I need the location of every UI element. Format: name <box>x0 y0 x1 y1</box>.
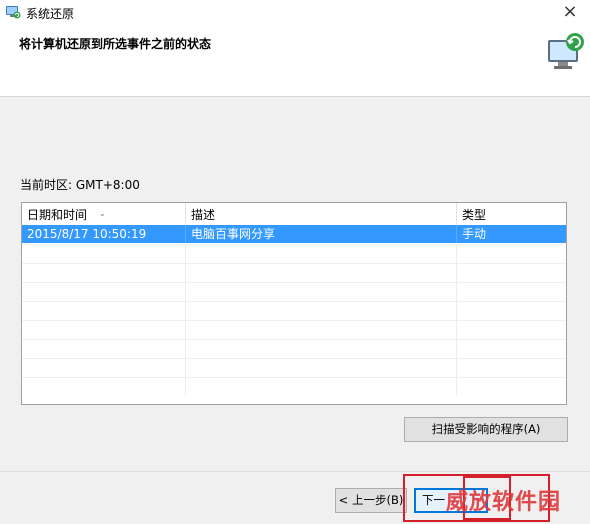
computer-restore-icon <box>548 33 584 69</box>
date-cell: 2015/8/17 10:50:19 <box>22 225 186 243</box>
empty-row <box>22 301 566 320</box>
scan-affected-programs-button[interactable]: 扫描受影响的程序(A) <box>404 417 568 442</box>
column-header-description[interactable]: 描述 <box>186 203 457 225</box>
empty-row <box>22 377 566 396</box>
table-header: 日期和时间 ⌄ 描述 类型 <box>22 203 566 225</box>
empty-row <box>22 282 566 301</box>
restore-points-table[interactable]: 日期和时间 ⌄ 描述 类型 2015/8/17 10:50:19 电脑百事网分享… <box>21 202 567 405</box>
empty-row <box>22 244 566 263</box>
page-title: 将计算机还原到所选事件之前的状态 <box>19 37 212 51</box>
window-title: 系统还原 <box>26 7 75 21</box>
column-header-label: 类型 <box>462 208 487 222</box>
description-cell: 电脑百事网分享 <box>186 225 457 243</box>
empty-row <box>22 320 566 339</box>
empty-row <box>22 339 566 358</box>
table-row[interactable]: 2015/8/17 10:50:19 电脑百事网分享 手动 <box>22 225 566 243</box>
column-header-label: 日期和时间 <box>27 208 88 222</box>
column-header-date[interactable]: 日期和时间 ⌄ <box>22 203 186 225</box>
system-restore-icon <box>6 6 21 19</box>
empty-row <box>22 263 566 282</box>
watermark: 威放软件园 <box>446 490 562 515</box>
type-cell: 手动 <box>462 227 487 241</box>
timezone-label: 当前时区: GMT+8:00 <box>20 178 140 192</box>
footer-divider <box>0 471 590 472</box>
column-header-label: 描述 <box>191 208 216 222</box>
back-button[interactable]: < 上一步(B) <box>335 488 407 513</box>
column-header-type[interactable]: 类型 <box>457 203 566 225</box>
empty-row <box>22 358 566 377</box>
header-panel: 将计算机还原到所选事件之前的状态 <box>0 26 590 97</box>
title-bar: 系统还原 × <box>0 0 590 26</box>
sort-down-icon: ⌄ <box>99 209 106 218</box>
close-button[interactable]: × <box>558 1 582 23</box>
